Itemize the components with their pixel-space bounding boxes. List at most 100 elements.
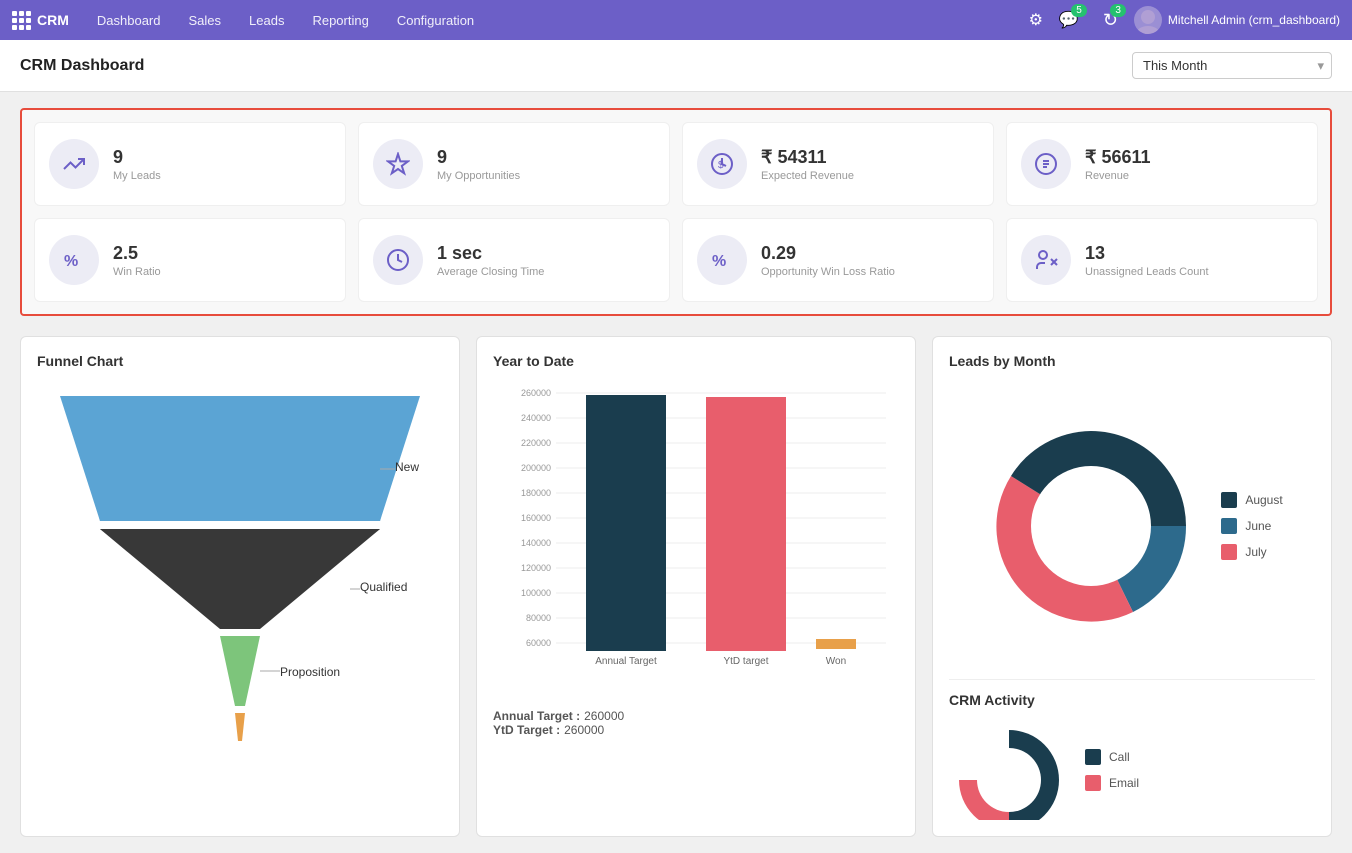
funnel-label-qualified: Qualified bbox=[360, 580, 407, 594]
svg-text:200000: 200000 bbox=[521, 463, 551, 473]
nav-right: 5 3 Mitchell Admin (crm_dashboard) bbox=[1029, 6, 1340, 34]
kpi-unassigned-value: 13 bbox=[1085, 243, 1209, 264]
kpi-exp-rev-label: Expected Revenue bbox=[761, 170, 854, 182]
svg-text:180000: 180000 bbox=[521, 488, 551, 498]
ann-value-1: 260000 bbox=[584, 709, 624, 723]
brand[interactable]: CRM bbox=[12, 11, 69, 30]
kpi-leads-value: 9 bbox=[113, 147, 161, 168]
kpi-wl-icon: % bbox=[697, 235, 747, 285]
settings-button[interactable] bbox=[1029, 10, 1043, 30]
refresh-button[interactable]: 3 bbox=[1103, 10, 1118, 31]
donut-chart-title: Leads by Month bbox=[949, 353, 1315, 369]
donut-container: August June July bbox=[949, 381, 1315, 671]
crm-activity-title: CRM Activity bbox=[949, 692, 1315, 708]
bar-annual-target[interactable] bbox=[586, 395, 666, 651]
nav-leads[interactable]: Leads bbox=[239, 0, 294, 40]
svg-text:120000: 120000 bbox=[521, 563, 551, 573]
kpi-win-icon: % bbox=[49, 235, 99, 285]
nav-reporting[interactable]: Reporting bbox=[302, 0, 378, 40]
kpi-win-text: 2.5 Win Ratio bbox=[113, 243, 161, 278]
svg-text:YtD target: YtD target bbox=[723, 656, 768, 667]
main-content: 9 My Leads 9 My Opportunities $ ₹ 54311 … bbox=[0, 92, 1352, 853]
donut-legend: August June July bbox=[1221, 492, 1282, 560]
kpi-wl-text: 0.29 Opportunity Win Loss Ratio bbox=[761, 243, 895, 278]
svg-text:60000: 60000 bbox=[526, 638, 551, 648]
ytd-annotations: Annual Target : 260000 YtD Target : 2600… bbox=[493, 701, 899, 737]
kpi-rev-text: ₹ 56611 Revenue bbox=[1085, 147, 1151, 182]
nav-configuration[interactable]: Configuration bbox=[387, 0, 484, 40]
svg-text:Won: Won bbox=[826, 656, 846, 667]
legend-email: Email bbox=[1085, 775, 1139, 791]
filter-select[interactable]: This Month This Quarter This Year Last M… bbox=[1132, 52, 1332, 79]
svg-text:140000: 140000 bbox=[521, 538, 551, 548]
svg-text:Annual Target: Annual Target bbox=[595, 656, 657, 667]
kpi-win-ratio[interactable]: % 2.5 Win Ratio bbox=[34, 218, 346, 302]
kpi-opp-value: 9 bbox=[437, 147, 520, 168]
refresh-badge: 3 bbox=[1110, 4, 1126, 17]
kpi-rev-value: ₹ 56611 bbox=[1085, 147, 1151, 168]
kpi-win-loss-ratio[interactable]: % 0.29 Opportunity Win Loss Ratio bbox=[682, 218, 994, 302]
kpi-expected-revenue[interactable]: $ ₹ 54311 Expected Revenue bbox=[682, 122, 994, 206]
user-menu[interactable]: Mitchell Admin (crm_dashboard) bbox=[1134, 6, 1340, 34]
svg-text:%: % bbox=[64, 253, 78, 270]
svg-text:80000: 80000 bbox=[526, 613, 551, 623]
kpi-leads-icon bbox=[49, 139, 99, 189]
bar-won[interactable] bbox=[816, 639, 856, 649]
svg-text:240000: 240000 bbox=[521, 413, 551, 423]
legend-august: August bbox=[1221, 492, 1282, 508]
bar-ytd-target[interactable] bbox=[706, 397, 786, 651]
ytd-chart-card: Year to Date 260000 240000 220000 200000… bbox=[476, 336, 916, 837]
kpi-exp-rev-value: ₹ 54311 bbox=[761, 147, 854, 168]
legend-label-july: July bbox=[1245, 545, 1266, 559]
kpi-section: 9 My Leads 9 My Opportunities $ ₹ 54311 … bbox=[20, 108, 1332, 316]
user-label: Mitchell Admin (crm_dashboard) bbox=[1168, 13, 1340, 27]
legend-color-call bbox=[1085, 749, 1101, 765]
kpi-unassigned-text: 13 Unassigned Leads Count bbox=[1085, 243, 1209, 278]
funnel-label-proposition: Proposition bbox=[280, 665, 340, 679]
svg-text:100000: 100000 bbox=[521, 588, 551, 598]
legend-label-email: Email bbox=[1109, 776, 1139, 790]
kpi-unassigned[interactable]: 13 Unassigned Leads Count bbox=[1006, 218, 1318, 302]
donut-chart-card: Leads by Month Augus bbox=[932, 336, 1332, 837]
funnel-svg: New Qualified Proposition bbox=[37, 381, 443, 741]
svg-text:160000: 160000 bbox=[521, 513, 551, 523]
chat-button[interactable]: 5 bbox=[1059, 10, 1079, 30]
legend-call: Call bbox=[1085, 749, 1139, 765]
legend-color-august bbox=[1221, 492, 1237, 508]
crm-activity-container: Call Email bbox=[949, 720, 1315, 820]
page-title: CRM Dashboard bbox=[20, 57, 144, 75]
funnel-chart-title: Funnel Chart bbox=[37, 353, 443, 369]
kpi-rev-icon bbox=[1021, 139, 1071, 189]
ytd-ann-row-2: YtD Target : 260000 bbox=[493, 723, 899, 737]
funnel-label-new: New bbox=[395, 460, 419, 474]
ytd-chart-title: Year to Date bbox=[493, 353, 899, 369]
nav-dashboard[interactable]: Dashboard bbox=[87, 0, 171, 40]
legend-color-email bbox=[1085, 775, 1101, 791]
charts-row: Funnel Chart bbox=[20, 336, 1332, 837]
kpi-opp-text: 9 My Opportunities bbox=[437, 147, 520, 182]
kpi-time-text: 1 sec Average Closing Time bbox=[437, 243, 544, 278]
kpi-opp-label: My Opportunities bbox=[437, 170, 520, 182]
kpi-closing-time[interactable]: 1 sec Average Closing Time bbox=[358, 218, 670, 302]
kpi-unassigned-label: Unassigned Leads Count bbox=[1085, 266, 1209, 278]
ann-value-2: 260000 bbox=[564, 723, 604, 737]
legend-july: July bbox=[1221, 544, 1282, 560]
kpi-win-label: Win Ratio bbox=[113, 266, 161, 278]
funnel-chart-container: New Qualified Proposition bbox=[37, 381, 443, 741]
kpi-time-value: 1 sec bbox=[437, 243, 544, 264]
svg-text:$: $ bbox=[718, 160, 724, 171]
legend-label-august: August bbox=[1245, 493, 1282, 507]
crm-activity-section: CRM Activity Call bbox=[949, 679, 1315, 820]
kpi-opportunities[interactable]: 9 My Opportunities bbox=[358, 122, 670, 206]
kpi-exp-rev-icon: $ bbox=[697, 139, 747, 189]
kpi-revenue[interactable]: ₹ 56611 Revenue bbox=[1006, 122, 1318, 206]
legend-color-june bbox=[1221, 518, 1237, 534]
kpi-win-value: 2.5 bbox=[113, 243, 161, 264]
kpi-my-leads[interactable]: 9 My Leads bbox=[34, 122, 346, 206]
funnel-chart-card: Funnel Chart bbox=[20, 336, 460, 837]
legend-label-call: Call bbox=[1109, 750, 1130, 764]
nav-sales[interactable]: Sales bbox=[179, 0, 232, 40]
svg-text:260000: 260000 bbox=[521, 388, 551, 398]
ytd-svg: 260000 240000 220000 200000 180000 16000… bbox=[493, 381, 899, 681]
donut-svg bbox=[981, 416, 1201, 636]
